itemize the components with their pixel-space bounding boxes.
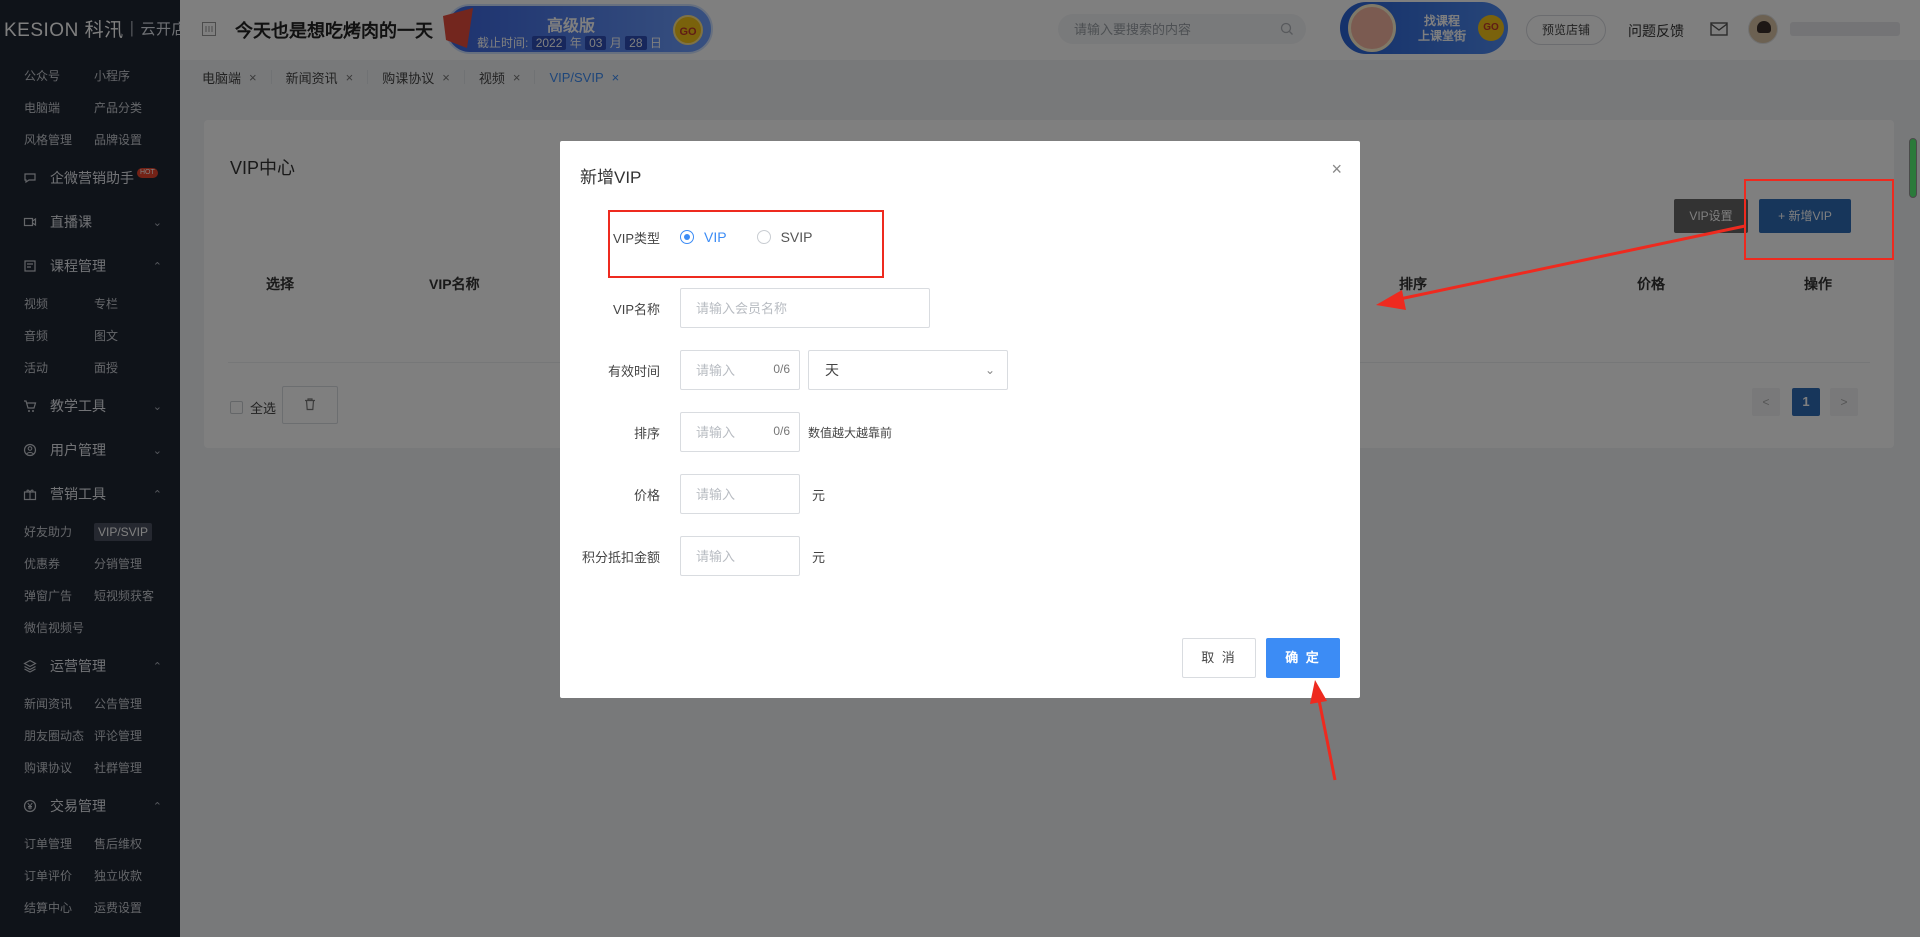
- vip-name-input[interactable]: [680, 288, 930, 328]
- points-unit: 元: [812, 549, 826, 565]
- form-row-points: 积分抵扣金额 元: [560, 536, 825, 576]
- form-row-name: VIP名称: [560, 288, 930, 328]
- form-row-duration: 有效时间 0/6 天⌄: [560, 350, 1008, 390]
- duration-field: 0/6: [680, 350, 800, 390]
- annotation-box-add: [1744, 179, 1894, 260]
- duration-label: 有效时间: [607, 363, 660, 379]
- cancel-button[interactable]: 取 消: [1182, 638, 1256, 678]
- sort-counter: 0/6: [773, 424, 790, 438]
- dialog-title: 新增VIP: [580, 168, 642, 187]
- duration-counter: 0/6: [773, 362, 790, 376]
- points-label: 积分抵扣金额: [581, 549, 660, 565]
- price-input[interactable]: [680, 474, 800, 514]
- duration-unit-select[interactable]: 天 ⌄: [808, 350, 1008, 390]
- sort-field: 0/6: [680, 412, 800, 452]
- annotation-box-type: [608, 210, 884, 278]
- sort-label: 排序: [633, 425, 660, 441]
- confirm-button[interactable]: 确 定: [1266, 638, 1340, 678]
- chevron-down-icon: ⌄: [984, 363, 995, 377]
- price-label: 价格: [633, 487, 660, 503]
- close-icon[interactable]: ×: [1331, 159, 1342, 180]
- scrollbar-thumb[interactable]: [1909, 138, 1917, 198]
- form-row-price: 价格 元: [560, 474, 825, 514]
- form-row-sort: 排序 0/6 数值越大越靠前: [560, 412, 892, 452]
- points-input[interactable]: [680, 536, 800, 576]
- name-label: VIP名称: [613, 301, 660, 317]
- sort-hint: 数值越大越靠前: [808, 425, 893, 440]
- price-unit: 元: [812, 487, 826, 503]
